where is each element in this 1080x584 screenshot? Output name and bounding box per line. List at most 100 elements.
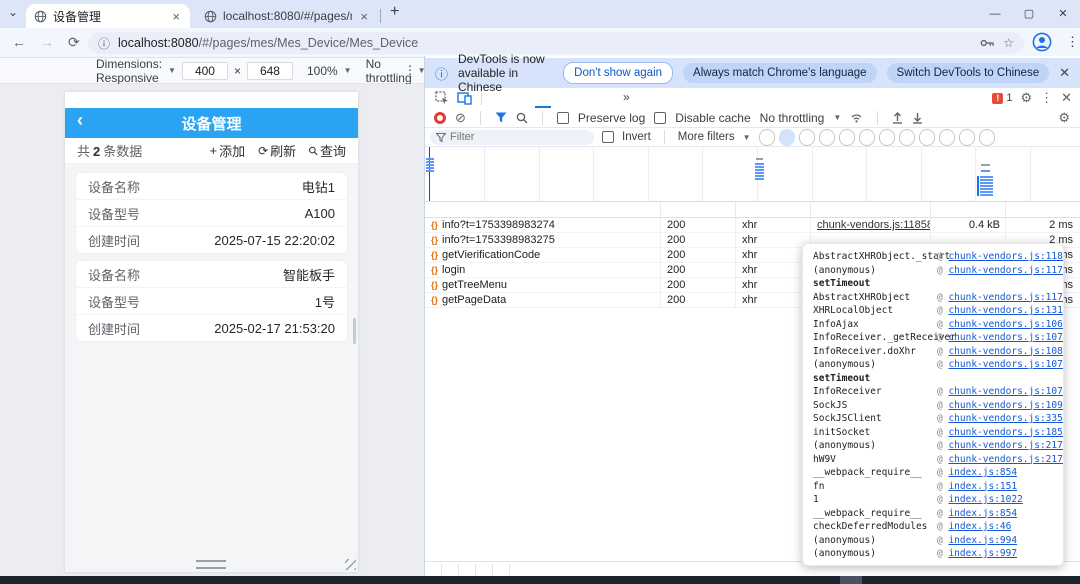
stack-source-link[interactable]: index.js:997: [948, 548, 1017, 559]
filter-pill[interactable]: [759, 129, 775, 146]
viewport-scrollbar[interactable]: [353, 318, 356, 344]
stack-source-link[interactable]: chunk-vendors.js:10608: [948, 319, 1064, 330]
viewport-width-input[interactable]: [182, 62, 228, 80]
preserve-log-checkbox[interactable]: [557, 112, 569, 124]
filter-pill[interactable]: [959, 129, 975, 146]
filter-pill[interactable]: [899, 129, 915, 146]
forward-icon[interactable]: →: [40, 34, 54, 50]
app-action-button[interactable]: 刷新: [258, 141, 296, 160]
more-tabs-button[interactable]: »: [615, 88, 638, 108]
switch-chinese-button[interactable]: Switch DevTools to Chinese: [887, 63, 1050, 83]
site-info-icon[interactable]: ⓘ: [98, 35, 110, 52]
filter-pill[interactable]: [979, 129, 995, 146]
filter-pill[interactable]: [839, 129, 855, 146]
network-settings-gear-icon[interactable]: ⚙: [1058, 110, 1080, 126]
filter-pill[interactable]: [799, 129, 815, 146]
resize-handle-bottom[interactable]: [196, 560, 226, 569]
back-chevron-icon[interactable]: ‹: [77, 110, 83, 131]
dont-show-again-button[interactable]: Don't show again: [563, 62, 673, 84]
search-icon[interactable]: [516, 112, 528, 124]
filter-pill[interactable]: [779, 129, 795, 146]
stack-source-link[interactable]: chunk-vendors.js:10806: [948, 346, 1064, 357]
stack-source-link[interactable]: chunk-vendors.js:11746: [948, 292, 1064, 303]
browser-tab-inactive[interactable]: localhost:8080/#/pages/men ×: [196, 4, 378, 28]
app-action-button[interactable]: 添加: [210, 141, 246, 160]
settings-gear-icon[interactable]: ⚙: [1020, 90, 1032, 106]
stack-source-link[interactable]: chunk-vendors.js:10983: [948, 400, 1064, 411]
minimize-button[interactable]: —: [978, 0, 1012, 28]
column-header[interactable]: [1006, 202, 1080, 217]
stack-source-link[interactable]: index.js:151: [948, 481, 1017, 492]
devtools-close-icon[interactable]: ✕: [1061, 90, 1072, 106]
stack-source-link[interactable]: chunk-vendors.js:21782: [948, 454, 1064, 465]
browser-menu-icon[interactable]: ⋮: [1066, 34, 1079, 50]
stack-source-link[interactable]: index.js:854: [948, 508, 1017, 519]
devtools-tab[interactable]: [503, 88, 519, 108]
browser-tab-active[interactable]: 设备管理 ×: [26, 4, 190, 28]
column-header[interactable]: [661, 202, 736, 217]
disable-cache-checkbox[interactable]: [654, 112, 666, 124]
inspect-element-icon[interactable]: [435, 91, 449, 105]
maximize-button[interactable]: ▢: [1012, 0, 1046, 28]
viewport-height-input[interactable]: [247, 62, 293, 80]
issues-badge[interactable]: !1: [992, 92, 1012, 104]
window-close-button[interactable]: ✕: [1046, 0, 1080, 28]
initiator-link[interactable]: chunk-vendors.js:11858: [817, 219, 931, 231]
devtools-tab[interactable]: [583, 88, 599, 108]
network-request-row[interactable]: {}info?t=1753398983274 200 xhr chunk-ven…: [425, 218, 1080, 233]
stack-source-link[interactable]: index.js:994: [948, 535, 1017, 546]
record-button[interactable]: [434, 112, 446, 124]
stack-source-link[interactable]: index.js:1022: [948, 494, 1022, 505]
more-filters-button[interactable]: More filters: [678, 131, 735, 143]
devtools-tab[interactable]: [599, 88, 615, 108]
zoom-select[interactable]: 100%: [307, 64, 338, 78]
devtools-tab[interactable]: [567, 88, 583, 108]
filter-pill[interactable]: [819, 129, 835, 146]
export-har-icon[interactable]: [912, 112, 923, 124]
devtools-tab[interactable]: [519, 88, 535, 108]
column-header[interactable]: [811, 202, 931, 217]
network-overview-timeline[interactable]: [425, 147, 1080, 202]
clear-icon[interactable]: ⊘: [455, 110, 466, 126]
network-conditions-icon[interactable]: [850, 113, 863, 123]
app-action-button[interactable]: 查询: [309, 141, 346, 160]
import-har-icon[interactable]: [892, 112, 903, 124]
tab-search-icon[interactable]: ⌄: [8, 5, 18, 19]
filter-pill[interactable]: [919, 129, 935, 146]
stack-source-link[interactable]: chunk-vendors.js:10775: [948, 359, 1064, 370]
column-header[interactable]: [931, 202, 1006, 217]
stack-source-link[interactable]: chunk-vendors.js:33552: [948, 413, 1064, 424]
stack-source-link[interactable]: index.js:854: [948, 467, 1017, 478]
invert-checkbox[interactable]: [602, 131, 614, 143]
password-key-icon[interactable]: [980, 38, 995, 48]
bookmark-star-icon[interactable]: ☆: [1003, 36, 1014, 50]
stack-source-link[interactable]: chunk-vendors.js:13166: [948, 305, 1064, 316]
stack-source-link[interactable]: chunk-vendors.js:10786: [948, 332, 1064, 343]
column-header[interactable]: [736, 202, 811, 217]
dimensions-label[interactable]: Dimensions: Responsive: [96, 57, 162, 85]
stack-source-link[interactable]: chunk-vendors.js:11747: [948, 265, 1064, 276]
back-icon[interactable]: ←: [12, 34, 26, 50]
omnibox[interactable]: ⓘ localhost:8080/#/pages/mes/Mes_Device/…: [88, 32, 1024, 54]
filter-pill[interactable]: [879, 129, 895, 146]
profile-avatar-icon[interactable]: [1032, 32, 1052, 52]
stack-source-link[interactable]: index.js:46: [948, 521, 1011, 532]
match-language-button[interactable]: Always match Chrome's language: [683, 63, 877, 83]
devtools-menu-icon[interactable]: ⋮: [1040, 90, 1053, 106]
filter-pill[interactable]: [859, 129, 875, 146]
new-tab-button[interactable]: +: [390, 3, 399, 21]
devtools-tab[interactable]: [551, 88, 567, 108]
device-toolbar-icon[interactable]: [457, 92, 472, 105]
stack-source-link[interactable]: chunk-vendors.js:11858: [948, 251, 1064, 262]
network-throttling-select[interactable]: No throttling: [760, 111, 825, 125]
stack-source-link[interactable]: chunk-vendors.js:21781: [948, 440, 1064, 451]
stack-source-link[interactable]: chunk-vendors.js:18521: [948, 427, 1064, 438]
resize-handle-corner[interactable]: [345, 559, 356, 570]
device-card[interactable]: 设备名称 智能板手 设备型号 1号 创建时间 2025-02-17 21:53:…: [75, 260, 348, 342]
banner-close-icon[interactable]: ✕: [1059, 65, 1070, 81]
filter-pill[interactable]: [939, 129, 955, 146]
emulation-menu-icon[interactable]: ⋮: [404, 63, 416, 77]
tab-close-icon[interactable]: ×: [358, 9, 370, 24]
reload-icon[interactable]: ⟳: [68, 34, 80, 51]
device-card[interactable]: 设备名称 电钻1 设备型号 A100 创建时间 2025-07-15 22:20…: [75, 172, 348, 254]
